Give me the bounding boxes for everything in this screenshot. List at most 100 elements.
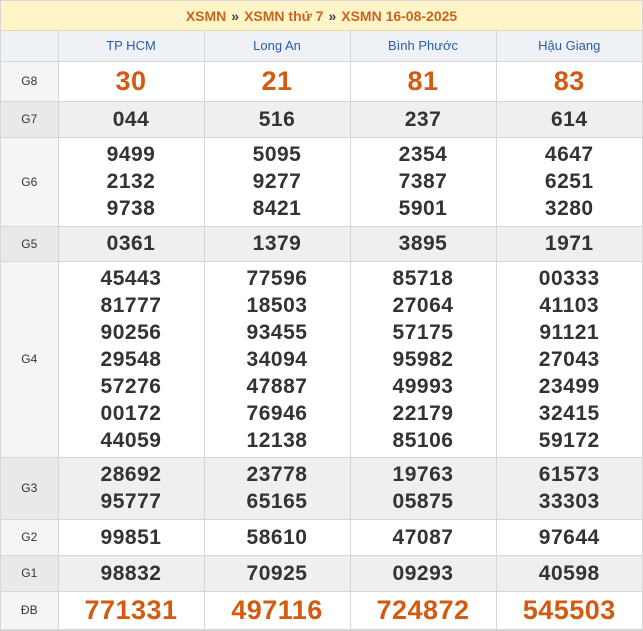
prize-number: 99851: [100, 525, 162, 549]
prize-label: G3: [1, 456, 59, 520]
prize-number: 8421: [252, 197, 302, 220]
prize-cell: 1971: [495, 225, 642, 262]
prize-row: G6 9499 2132 9738 5095 9277 8421 2354 7387 5901 46…: [1, 136, 642, 227]
prize-cell: 61573 33303: [495, 456, 642, 520]
prize-number: 545503: [522, 594, 616, 625]
prize-number: 05875: [392, 490, 454, 513]
prize-number: 5095: [252, 143, 302, 166]
prize-number: 32415: [538, 401, 600, 425]
prize-cell: 771331: [57, 590, 205, 630]
prize-number: 21: [261, 65, 293, 96]
prize-number: 044: [112, 107, 150, 131]
prize-cell: 77596 18503 93455 34094 47887 76946 12138: [203, 260, 351, 458]
prize-number: 18503: [246, 293, 308, 317]
prize-number: 27064: [392, 293, 454, 317]
prize-cell: 044: [57, 100, 205, 138]
prize-number: 65165: [246, 490, 308, 513]
prize-number: 30: [115, 65, 147, 96]
prize-row: G8 30 21 81 83: [1, 61, 642, 102]
prize-number: 3895: [398, 232, 448, 255]
prize-number: 00333: [538, 266, 600, 290]
prize-cell: 45443 81777 90256 29548 57276 00172 44059: [57, 260, 205, 458]
breadcrumb: XSMN » XSMN thứ 7 » XSMN 16-08-2025: [1, 1, 642, 31]
prize-label: G2: [1, 518, 59, 556]
prize-label: G6: [1, 136, 59, 227]
prize-number: 4647: [544, 143, 594, 166]
prize-number: 95777: [100, 490, 162, 513]
prize-label: G4: [1, 260, 59, 458]
prize-cell: 5095 9277 8421: [203, 136, 351, 227]
province-header[interactable]: Bình Phước: [349, 31, 497, 62]
prize-row: G1 98832 70925 09293 40598: [1, 554, 642, 592]
prize-cell: 0361: [57, 225, 205, 262]
breadcrumb-link-xsmn[interactable]: XSMN: [186, 8, 226, 24]
prize-number: 49993: [392, 374, 454, 398]
prize-number: 22179: [392, 401, 454, 425]
prize-number: 41103: [539, 293, 600, 317]
prize-label: G1: [1, 554, 59, 592]
province-header-row: TP HCM Long An Bình Phước Hậu Giang: [1, 31, 642, 62]
prize-number: 724872: [376, 594, 470, 625]
corner-cell: [1, 31, 59, 62]
prize-number: 28692: [100, 463, 162, 486]
prize-number: 91121: [539, 320, 600, 344]
prize-number: 29548: [100, 347, 162, 371]
prize-number: 0361: [106, 232, 156, 255]
province-header[interactable]: Hậu Giang: [495, 31, 642, 62]
prize-label: G8: [1, 61, 59, 102]
breadcrumb-link-date[interactable]: XSMN 16-08-2025: [341, 8, 457, 24]
prize-row: G2 99851 58610 47087 97644: [1, 518, 642, 556]
prize-number: 83: [553, 65, 585, 96]
prize-number: 81: [407, 65, 439, 96]
prize-number: 3280: [544, 197, 594, 220]
prize-number: 98832: [100, 561, 162, 585]
province-header[interactable]: Long An: [203, 31, 351, 62]
prize-number: 12138: [246, 428, 308, 452]
prize-number: 70925: [246, 561, 308, 585]
prize-number: 59172: [538, 428, 600, 452]
prize-cell: 237: [349, 100, 497, 138]
prize-row: G3 28692 95777 23778 65165 19763 05875 61573 333…: [1, 456, 642, 520]
prize-cell: 00333 41103 91121 27043 23499 32415 59172: [495, 260, 642, 458]
prize-number: 76946: [246, 401, 308, 425]
prize-cell: 70925: [203, 554, 351, 592]
prize-cell: 516: [203, 100, 351, 138]
prize-number: 9738: [106, 197, 156, 220]
prize-cell: 28692 95777: [57, 456, 205, 520]
breadcrumb-separator: »: [328, 7, 337, 24]
prize-cell: 4647 6251 3280: [495, 136, 642, 227]
prize-number: 47887: [246, 374, 308, 398]
prize-cell: 09293: [349, 554, 497, 592]
prize-cell: 497116: [203, 590, 351, 630]
prize-number: 47087: [392, 525, 454, 549]
prize-cell: 47087: [349, 518, 497, 556]
prize-label: G5: [1, 225, 59, 262]
prize-number: 33303: [538, 490, 600, 513]
prize-number: 7387: [398, 170, 448, 193]
province-header[interactable]: TP HCM: [57, 31, 205, 62]
prize-cell: 81: [349, 61, 497, 102]
breadcrumb-link-weekday[interactable]: XSMN thứ 7: [244, 8, 323, 24]
prize-number: 27043: [538, 347, 600, 371]
prize-number: 95982: [392, 347, 454, 371]
prize-number: 516: [258, 107, 296, 131]
prize-number: 9499: [106, 143, 156, 166]
prize-number: 5901: [398, 197, 448, 220]
prize-number: 93455: [246, 320, 308, 344]
prize-row: G5 0361 1379 3895 1971: [1, 225, 642, 262]
prize-number: 85718: [392, 266, 454, 290]
prize-number: 2354: [398, 143, 448, 166]
prize-number: 85106: [392, 428, 454, 452]
prize-number: 23778: [246, 463, 308, 486]
prize-number: 9277: [252, 170, 302, 193]
prize-cell: 40598: [495, 554, 642, 592]
prize-cell: 19763 05875: [349, 456, 497, 520]
prize-number: 497116: [231, 594, 323, 625]
prize-cell: 85718 27064 57175 95982 49993 22179 85106: [349, 260, 497, 458]
prize-cell: 98832: [57, 554, 205, 592]
prize-number: 237: [404, 107, 442, 131]
prize-number: 771331: [84, 594, 178, 625]
prize-cell: 724872: [349, 590, 497, 630]
prize-number: 19763: [392, 463, 454, 486]
prize-cell: 30: [57, 61, 205, 102]
